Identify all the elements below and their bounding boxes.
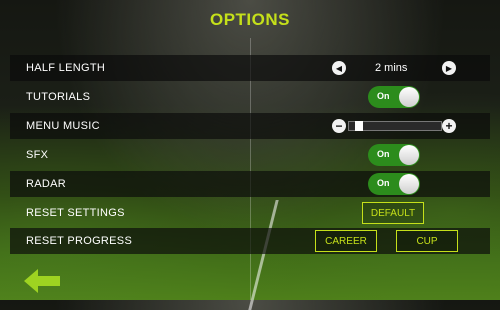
- row-radar: RADAR On: [10, 171, 490, 197]
- page-title: OPTIONS: [209, 10, 290, 29]
- half-length-value: 2 mins: [375, 62, 408, 74]
- career-button[interactable]: CAREER: [315, 230, 377, 252]
- back-arrow-icon: [24, 269, 60, 293]
- tutorials-toggle[interactable]: On: [368, 86, 420, 108]
- half-length-next-button[interactable]: ▶: [442, 61, 456, 75]
- right-arrow-icon: ▶: [445, 63, 453, 73]
- reset-progress-label: RESET PROGRESS: [26, 235, 133, 247]
- left-arrow-icon: ◀: [335, 63, 343, 73]
- menu-music-slider-handle[interactable]: [355, 121, 363, 131]
- sfx-toggle[interactable]: On: [368, 144, 420, 166]
- row-tutorials: TUTORIALS On: [10, 84, 490, 110]
- sfx-toggle-label: On: [377, 149, 390, 159]
- half-length-label: HALF LENGTH: [26, 62, 106, 74]
- radar-label: RADAR: [26, 178, 67, 190]
- menu-music-label: MENU MUSIC: [26, 120, 100, 132]
- cup-button[interactable]: CUP: [396, 230, 458, 252]
- menu-music-slider[interactable]: [348, 121, 442, 131]
- menu-music-plus-button[interactable]: +: [442, 119, 456, 133]
- menu-music-minus-button[interactable]: −: [332, 119, 346, 133]
- default-button[interactable]: DEFAULT: [362, 202, 424, 224]
- toggle-knob: [399, 145, 419, 165]
- reset-settings-label: RESET SETTINGS: [26, 207, 125, 219]
- plus-icon: +: [445, 119, 453, 133]
- radar-toggle-label: On: [377, 178, 390, 188]
- row-reset-settings: RESET SETTINGS DEFAULT: [10, 200, 490, 226]
- toggle-knob: [399, 174, 419, 194]
- radar-toggle[interactable]: On: [368, 173, 420, 195]
- tutorials-label: TUTORIALS: [26, 91, 91, 103]
- row-half-length: HALF LENGTH ◀ 2 mins ▶: [10, 55, 490, 81]
- sfx-label: SFX: [26, 149, 49, 161]
- half-length-prev-button[interactable]: ◀: [332, 61, 346, 75]
- row-menu-music: MENU MUSIC − +: [10, 113, 490, 139]
- tutorials-toggle-label: On: [377, 91, 390, 101]
- row-sfx: SFX On: [10, 142, 490, 168]
- minus-icon: −: [335, 119, 343, 133]
- row-reset-progress: RESET PROGRESS CAREER CUP: [10, 228, 490, 254]
- back-button[interactable]: [22, 268, 62, 294]
- toggle-knob: [399, 87, 419, 107]
